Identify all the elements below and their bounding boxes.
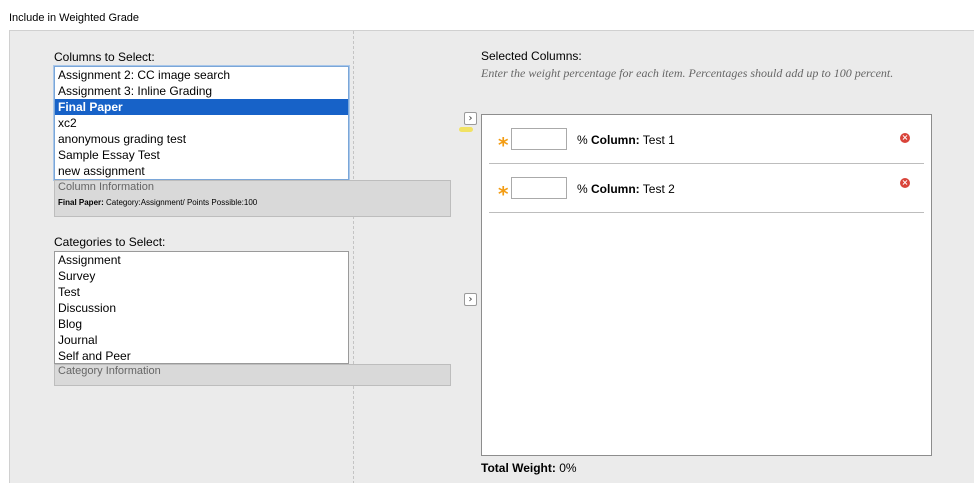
column-divider: [353, 31, 354, 483]
column-option[interactable]: Assignment 3: Inline Grading: [55, 83, 348, 99]
required-star-icon: *: [498, 182, 509, 206]
weight-input-test-2[interactable]: [511, 177, 567, 199]
column-kind: Column:: [591, 182, 640, 196]
selected-column-label: % Column: Test 2: [577, 182, 675, 196]
column-option-selected[interactable]: Final Paper: [55, 99, 348, 115]
selected-columns-box: * % Column: Test 1 × * % Column: Test 2 …: [481, 114, 932, 456]
category-option[interactable]: Self and Peer: [55, 348, 348, 363]
drop-indicator: [459, 127, 473, 132]
columns-label: Columns to Select:: [54, 50, 155, 64]
weighted-grade-panel: Columns to Select: Assignment 2: CC imag…: [9, 30, 974, 483]
page-title: Include in Weighted Grade: [9, 12, 140, 24]
selected-columns-title: Selected Columns:: [481, 49, 582, 63]
category-option[interactable]: Journal: [55, 332, 348, 348]
column-information-box: Column Information Final Paper: Category…: [54, 180, 451, 217]
percent-sign: %: [577, 133, 592, 147]
category-option[interactable]: Assignment: [55, 252, 348, 268]
columns-listbox[interactable]: Assignment 2: CC image search Assignment…: [54, 66, 349, 180]
categories-label: Categories to Select:: [54, 235, 166, 249]
remove-icon[interactable]: ×: [900, 178, 910, 188]
weight-input-test-1[interactable]: [511, 128, 567, 150]
column-kind: Column:: [591, 133, 640, 147]
column-option[interactable]: anonymous grading test: [55, 131, 348, 147]
category-option[interactable]: Discussion: [55, 300, 348, 316]
column-option[interactable]: Assignment 2: CC image search: [55, 67, 348, 83]
category-option[interactable]: Blog: [55, 316, 348, 332]
selected-column-row: * % Column: Test 2 ×: [489, 164, 924, 213]
category-option[interactable]: Test: [55, 284, 348, 300]
categories-listbox[interactable]: Assignment Survey Test Discussion Blog J…: [54, 251, 349, 364]
weight-instruction: Enter the weight percentage for each ite…: [481, 66, 894, 80]
selected-column-row: * % Column: Test 1 ×: [489, 115, 924, 164]
column-option[interactable]: xc2: [55, 115, 348, 131]
selected-column-label: % Column: Test 1: [577, 133, 675, 147]
column-information-text: Final Paper: Category:Assignment/ Points…: [58, 198, 257, 207]
column-option[interactable]: new assignment: [55, 163, 348, 179]
total-weight-label: Total Weight:: [481, 461, 556, 475]
column-information-name: Final Paper:: [58, 198, 104, 207]
category-option[interactable]: Survey: [55, 268, 348, 284]
column-information-detail: Category:Assignment/ Points Possible:100: [103, 198, 258, 207]
total-weight: Total Weight: 0%: [481, 461, 577, 475]
column-option[interactable]: Sample Essay Test: [55, 147, 348, 163]
remove-icon[interactable]: ×: [900, 133, 910, 143]
column-name: Test 1: [639, 133, 675, 147]
column-name: Test 2: [639, 182, 675, 196]
required-star-icon: *: [498, 133, 509, 157]
total-weight-value: 0%: [555, 461, 577, 475]
add-column-button[interactable]: ›: [464, 112, 477, 125]
add-category-button[interactable]: ›: [464, 293, 477, 306]
percent-sign: %: [577, 182, 592, 196]
category-information-box: Category Information: [54, 364, 451, 386]
column-information-title: Column Information: [58, 181, 154, 193]
category-information-title: Category Information: [58, 365, 161, 377]
